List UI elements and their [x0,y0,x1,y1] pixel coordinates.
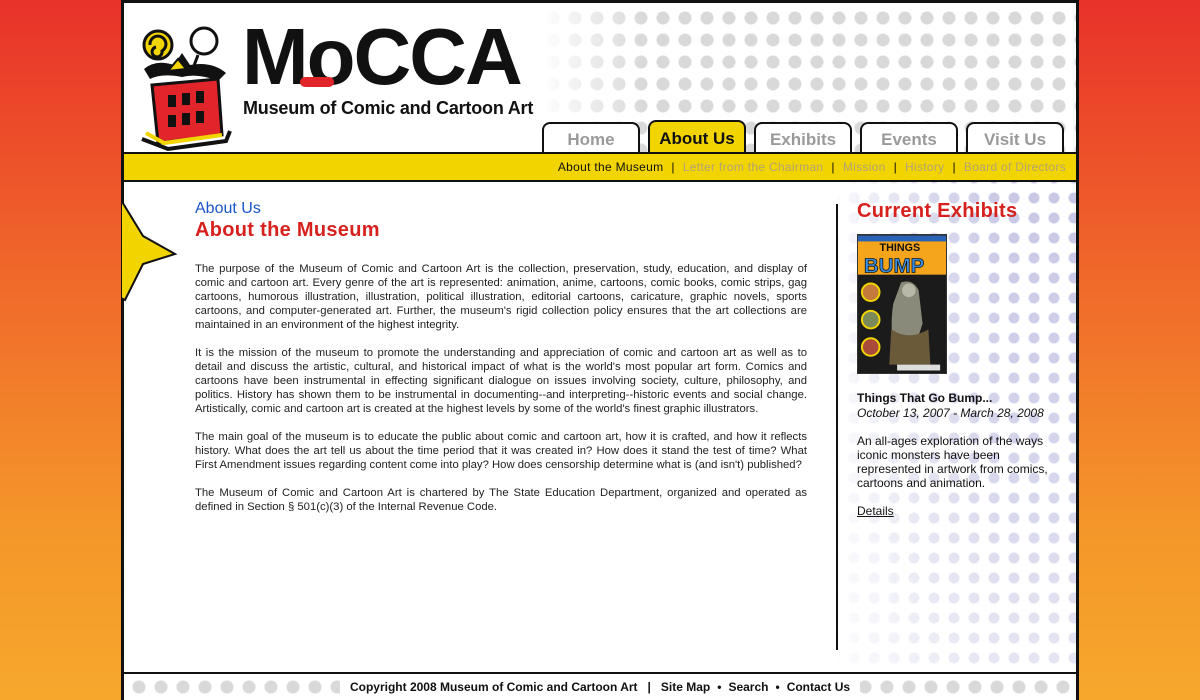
main-content: About Us About the Museum The purpose of… [195,200,807,528]
paragraph: The Museum of Comic and Cartoon Art is c… [195,487,807,513]
details-link[interactable]: Details [857,504,894,518]
footer-bullet: • [775,680,780,694]
footer-bullet: • [717,680,722,694]
subnav-about-the-museum[interactable]: About the Museum [558,160,664,174]
breadcrumb: About Us [195,200,261,217]
site-footer: Copyright 2008 Museum of Comic and Carto… [124,672,1076,700]
search-link[interactable]: Search [728,680,768,694]
article-body: The purpose of the Museum of Comic and C… [195,262,807,514]
tab-label: Home [567,129,615,149]
page-title: About the Museum [195,219,380,241]
subnav-board-of-directors[interactable]: Board of Directors [964,160,1066,174]
footer-content: Copyright 2008 Museum of Comic and Carto… [339,678,861,696]
cover-text-main: BUMP [864,255,924,278]
site-header: MoCCA Museum of Comic and Cartoon Art Ho… [124,0,1076,152]
subnav-separator: | [831,160,835,174]
page-frame: MoCCA Museum of Comic and Cartoon Art Ho… [121,0,1079,700]
current-exhibits-sidebar: Current Exhibits THINGS BUMP Things That… [857,200,1062,520]
tab-home[interactable]: Home [542,122,640,152]
tab-label: About Us [659,128,735,148]
sidebar-title: Current Exhibits [857,200,1018,222]
subnav-mission[interactable]: Mission [843,160,886,174]
star-decoration-icon [121,198,178,302]
exhibit-cover-image[interactable]: THINGS BUMP [857,234,947,374]
tab-about-us[interactable]: About Us [648,120,746,152]
subnav-separator: | [671,160,675,174]
copyright-text: Copyright 2008 Museum of Comic and Carto… [349,680,638,694]
tab-label: Visit Us [983,129,1047,149]
tab-label: Events [881,129,937,149]
subnav-history[interactable]: History [905,160,944,174]
sub-navigation: About the Museum | Letter from the Chair… [124,152,1076,182]
paragraph: It is the mission of the museum to promo… [195,347,807,415]
tab-visit-us[interactable]: Visit Us [966,122,1064,152]
exhibit-name: Things That Go Bump... [857,391,993,405]
logo-wordmark[interactable]: MoCCA [242,17,523,97]
subnav-separator: | [893,160,898,174]
paragraph: The purpose of the Museum of Comic and C… [195,263,807,331]
cover-text-top: THINGS [880,242,921,254]
exhibit-description: An all-ages exploration of the ways icon… [857,434,1048,490]
site-map-link[interactable]: Site Map [661,680,710,694]
paragraph: The main goal of the museum is to educat… [195,431,807,471]
tab-events[interactable]: Events [860,122,958,152]
main-nav-tabs: Home About Us Exhibits Events Visit Us [542,120,1064,152]
subnav-letter-from-chairman[interactable]: Letter from the Chairman [683,160,824,174]
tab-exhibits[interactable]: Exhibits [754,122,852,152]
subnav-separator: | [952,160,956,174]
exhibit-dates: October 13, 2007 - March 28, 2008 [857,406,1044,420]
contact-us-link[interactable]: Contact Us [787,680,850,694]
logo-subtitle: Museum of Comic and Cartoon Art [243,98,534,118]
mascot-logo-icon[interactable] [138,23,234,152]
footer-separator: | [647,680,651,694]
tab-label: Exhibits [769,129,837,149]
logo-red-accent [300,77,334,87]
